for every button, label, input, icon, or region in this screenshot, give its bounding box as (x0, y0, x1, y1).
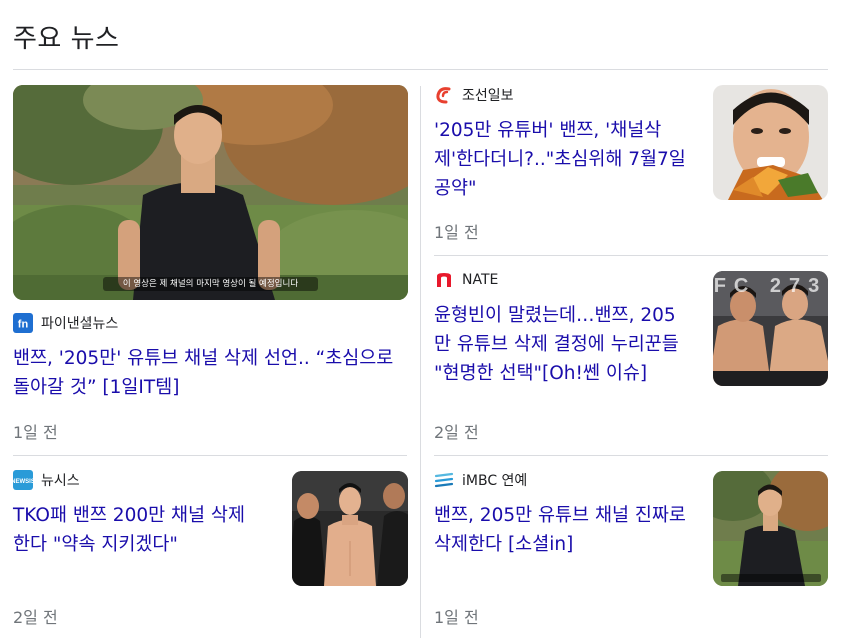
row-divider (13, 455, 407, 456)
article-image[interactable]: 이 영상은 제 채널의 마지막 영상이 될 예정입니다 (13, 85, 408, 300)
youtuber-outdoor-photo (13, 85, 408, 300)
headline-line: 밴쯔, '205만' 유튜브 채널 삭제 선언.. “초심으로 (13, 348, 394, 369)
article-headline[interactable]: '205만 유튜버' 밴쯔, '채널삭 제'한다더니?.."초심위해 7월7일 … (434, 116, 700, 203)
source-name: 파이낸셜뉴스 (41, 316, 119, 332)
article-source: iMBC 연예 (434, 470, 527, 490)
article-image[interactable] (292, 471, 408, 586)
news-card-imbc[interactable]: iMBC 연예 밴쯔, 205만 유튜브 채널 진짜로 삭제한다 [소셜in] … (434, 470, 828, 630)
headline-line: 밴쯔, 205만 유튜브 채널 진짜로 (434, 505, 686, 526)
article-source: NATE (434, 270, 498, 290)
nate-logo-icon (434, 270, 454, 290)
article-time: 1일 전 (434, 223, 479, 242)
news-card-chosun[interactable]: 조선일보 '205만 유튜버' 밴쯔, '채널삭 제'한다더니?.."초심위해 … (434, 85, 828, 245)
news-card-newsis[interactable]: NEWSIS 뉴시스 TKO패 밴쯔 200만 채널 삭제 한다 "약속 지키겠… (13, 470, 408, 630)
fighters-photo (292, 471, 408, 586)
row-divider (434, 255, 828, 256)
headline-line: 제'한다더니?.."초심위해 7월7일 (434, 149, 686, 170)
top-divider (13, 69, 828, 70)
article-headline[interactable]: 윤형빈이 말렸는데…밴쯔, 205 만 유튜브 삭제 결정에 누리꾼들 "현명한… (434, 301, 700, 388)
source-name: 뉴시스 (41, 473, 80, 489)
svg-text:NEWSIS: NEWSIS (13, 479, 33, 485)
headline-line: 돌아갈 것” [1일IT템] (13, 377, 180, 398)
svg-text:fn: fn (18, 319, 29, 331)
headline-line: "현명한 선택"[Oh!쎈 이슈] (434, 363, 648, 384)
image-overlay-text: FC 273 (713, 275, 828, 297)
news-card-fnnews[interactable]: 이 영상은 제 채널의 마지막 영상이 될 예정입니다 fn 파이낸셜뉴스 밴쯔… (13, 85, 408, 445)
headline-line: 삭제한다 [소셜in] (434, 534, 574, 555)
article-time: 1일 전 (434, 608, 479, 627)
youtuber-outdoor-photo (713, 471, 828, 586)
row-divider (434, 455, 828, 456)
headline-line: 윤형빈이 말렸는데…밴쯔, 205 (434, 305, 676, 326)
section-title: 주요 뉴스 (13, 24, 120, 54)
headline-line: TKO패 밴쯔 200만 채널 삭제 (13, 505, 245, 526)
article-time: 2일 전 (13, 608, 58, 627)
headline-line: 한다 "약속 지키겠다" (13, 534, 178, 555)
source-name: iMBC 연예 (462, 473, 528, 489)
source-name: 조선일보 (462, 88, 514, 104)
eating-portrait-photo (713, 85, 828, 200)
article-headline[interactable]: TKO패 밴쯔 200만 채널 삭제 한다 "약속 지키겠다" (13, 501, 275, 559)
news-card-nate[interactable]: NATE 윤형빈이 말렸는데…밴쯔, 205 만 유튜브 삭제 결정에 누리꾼들… (434, 270, 828, 442)
headline-line: 만 유튜브 삭제 결정에 누리꾼들 (434, 334, 679, 355)
imbc-logo-icon (434, 470, 454, 490)
newsis-logo-icon: NEWSIS (13, 470, 33, 490)
column-divider (420, 86, 421, 638)
article-image[interactable]: FC 273 (713, 271, 828, 386)
headline-line: 공약" (434, 178, 477, 199)
article-headline[interactable]: 밴쯔, '205만' 유튜브 채널 삭제 선언.. “초심으로 돌아갈 것” [… (13, 344, 413, 402)
fnnews-logo-icon: fn (13, 313, 33, 333)
article-image[interactable] (713, 85, 828, 200)
article-source: 조선일보 (434, 85, 514, 105)
article-headline[interactable]: 밴쯔, 205만 유튜브 채널 진짜로 삭제한다 [소셜in] (434, 501, 700, 559)
source-name: NATE (462, 272, 499, 288)
article-image[interactable] (713, 471, 828, 586)
article-source: NEWSIS 뉴시스 (13, 470, 80, 490)
headline-line: '205만 유튜버' 밴쯔, '채널삭 (434, 120, 662, 141)
article-time: 1일 전 (13, 423, 58, 442)
chosun-logo-icon (434, 85, 454, 105)
video-caption: 이 영상은 제 채널의 마지막 영상이 될 예정입니다 (122, 279, 299, 289)
article-source: fn 파이낸셜뉴스 (13, 313, 118, 333)
article-time: 2일 전 (434, 423, 479, 442)
